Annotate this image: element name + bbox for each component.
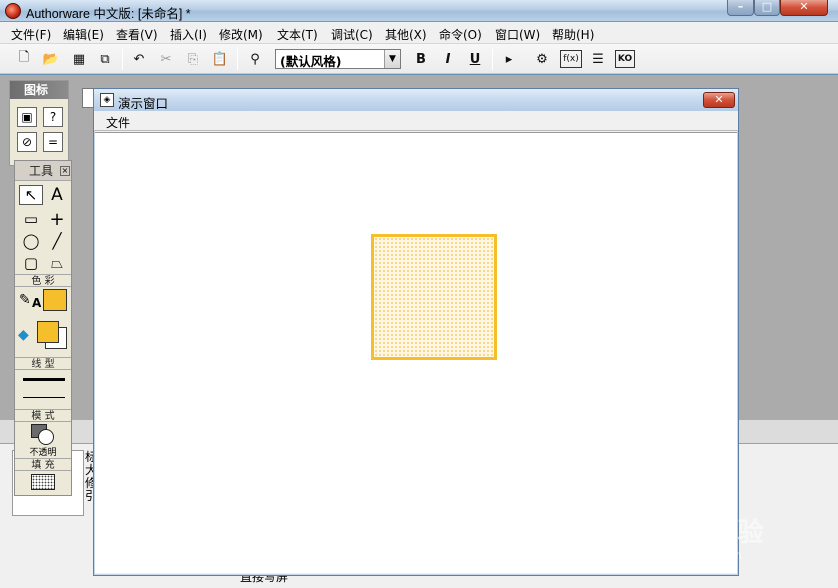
variables-icon[interactable]: ☰ (589, 50, 607, 68)
menu-file[interactable]: 文件(F) (11, 26, 51, 43)
minimize-button[interactable]: – (727, 0, 754, 16)
run-icon[interactable]: ▸ (500, 50, 518, 68)
control-panel-icon[interactable]: ⚙ (533, 50, 551, 68)
presentation-window-icon: ◈ (100, 93, 114, 107)
chevron-down-icon[interactable]: ▼ (384, 50, 400, 68)
open-folder-icon[interactable]: 📂 (42, 50, 60, 68)
foreground-color-swatch[interactable] (37, 321, 59, 343)
mode-section-label: 模 式 (15, 409, 71, 422)
close-icon[interactable]: × (60, 166, 70, 176)
knowledge-objects-icon[interactable]: KO (615, 50, 635, 68)
filled-rectangle-shape[interactable] (371, 234, 497, 360)
text-style-select[interactable]: (默认风格) (275, 49, 401, 69)
line-color-swatch[interactable] (43, 289, 67, 311)
mode-value: 不透明 (29, 448, 57, 458)
fill-pattern-swatch[interactable] (31, 474, 55, 490)
menu-modify[interactable]: 修改(M) (219, 26, 263, 43)
line-style-thin[interactable] (23, 397, 65, 398)
menu-view[interactable]: 查看(V) (116, 26, 158, 43)
presentation-title-bar: ◈ 演示窗口 ✕ (94, 89, 738, 111)
rectangle-tool[interactable]: ▭ (19, 209, 43, 229)
presentation-menu-bar: 文件 (94, 111, 738, 131)
functions-icon[interactable]: f(x) (560, 50, 582, 68)
presentation-close-button[interactable]: ✕ (703, 92, 735, 108)
app-title: Authorware 中文版: [未命名] * (26, 7, 191, 21)
bold-button[interactable]: B (412, 50, 430, 68)
polygon-tool[interactable]: ⏢ (45, 253, 69, 273)
menu-text[interactable]: 文本(T) (277, 26, 318, 43)
text-tool[interactable]: A (45, 185, 69, 205)
fill-bucket-icon[interactable]: ◆ (18, 327, 29, 343)
authorware-main-window: Authorware 中文版: [未命名] * – □ ✕ 文件(F) 编辑(E… (0, 0, 838, 588)
toolbar-separator (122, 48, 123, 70)
close-button[interactable]: ✕ (780, 0, 828, 16)
menu-other[interactable]: 其他(X) (385, 26, 427, 43)
line-style-thick[interactable] (23, 378, 65, 381)
new-file-icon[interactable]: 🗋 (15, 50, 33, 68)
icon-palette: 图标 ▣ ? ⊘ = (9, 80, 69, 166)
menu-help[interactable]: 帮助(H) (552, 26, 594, 43)
erase-icon[interactable]: ⊘ (17, 132, 37, 152)
menu-bar: 文件(F) 编辑(E) 查看(V) 插入(I) 修改(M) 文本(T) 调试(C… (0, 22, 838, 44)
straight-line-tool[interactable]: + (45, 209, 69, 230)
menu-debug[interactable]: 调试(C) (331, 26, 373, 43)
save-all-icon[interactable]: ▦ (70, 50, 88, 68)
tools-palette: 工具 × ↖ A ▭ + ◯ ╱ ▢ ⏢ 色 彩 ✎ A ◆ 线 型 模 式 不… (14, 160, 72, 496)
wait-icon[interactable]: = (43, 132, 63, 152)
fill-section-label: 填 充 (15, 458, 71, 471)
mode-opaque-circle-icon (38, 429, 54, 445)
line-style-section-label: 线 型 (15, 357, 71, 370)
cut-icon[interactable]: ✂ (157, 50, 175, 68)
baidu-watermark: Bai度经验 (645, 517, 764, 547)
diagonal-line-tool[interactable]: ╱ (45, 231, 69, 251)
decision-icon[interactable]: ? (43, 107, 63, 127)
toolbar-separator (237, 48, 238, 70)
baidu-watermark-url: jingyan.baidu.com (645, 548, 742, 562)
line-color-letter: A (32, 296, 42, 310)
presentation-menu-file[interactable]: 文件 (106, 114, 130, 131)
menu-command[interactable]: 命令(O) (439, 26, 482, 43)
menu-edit[interactable]: 编辑(E) (63, 26, 104, 43)
toolbar-separator (492, 48, 493, 70)
menu-window[interactable]: 窗口(W) (495, 26, 540, 43)
italic-button[interactable]: I (439, 50, 457, 68)
rounded-rectangle-tool[interactable]: ▢ (19, 253, 43, 273)
import-icon[interactable]: ⧉ (96, 50, 114, 68)
presentation-window: ◈ 演示窗口 ✕ 文件 (93, 88, 739, 576)
icon-palette-title: 图标 (10, 81, 68, 99)
paste-icon[interactable]: 📋 (211, 50, 229, 68)
underline-button[interactable]: U (466, 50, 484, 68)
color-section-label: 色 彩 (15, 274, 71, 287)
copy-icon[interactable]: ⎘ (184, 50, 202, 68)
presentation-canvas[interactable] (95, 132, 737, 573)
ellipse-tool[interactable]: ◯ (19, 231, 43, 251)
presentation-window-title: 演示窗口 (118, 96, 169, 111)
maximize-button[interactable]: □ (754, 0, 780, 16)
title-bar: Authorware 中文版: [未命名] * – □ ✕ (0, 0, 838, 22)
pointer-tool[interactable]: ↖ (19, 185, 43, 205)
undo-icon[interactable]: ↶ (130, 50, 148, 68)
menu-insert[interactable]: 插入(I) (170, 26, 207, 43)
display-icon[interactable]: ▣ (17, 107, 37, 127)
authorware-logo-icon[interactable] (5, 3, 21, 19)
toolbar: 🗋 📂 ▦ ⧉ ↶ ✂ ⎘ 📋 ⚲ B I U ▸ ⚙ f(x) ☰ KO (0, 44, 838, 74)
find-icon[interactable]: ⚲ (246, 50, 264, 68)
